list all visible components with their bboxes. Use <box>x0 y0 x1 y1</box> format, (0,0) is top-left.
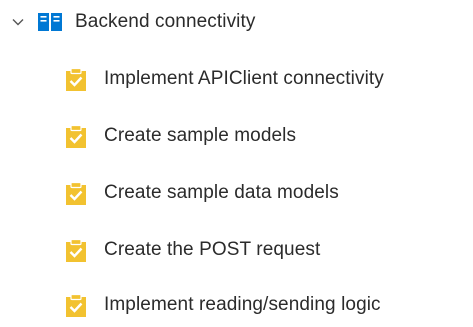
tree-item-backend-connectivity[interactable]: Backend connectivity <box>0 0 473 44</box>
tree-item-task[interactable]: Implement APIClient connectivity <box>0 57 473 101</box>
work-item-tree: Backend connectivity Implement APIClient… <box>0 0 473 327</box>
chevron-down-icon[interactable] <box>11 15 25 29</box>
task-clipboard-icon <box>66 239 86 262</box>
tree-item-task[interactable]: Create the POST request <box>0 228 473 272</box>
tree-item-task[interactable]: Create sample data models <box>0 171 473 215</box>
task-clipboard-icon <box>66 125 86 148</box>
task-clipboard-icon <box>66 294 86 317</box>
task-clipboard-icon <box>66 182 86 205</box>
tree-item-task[interactable]: Create sample models <box>0 114 473 158</box>
tree-item-label: Create sample models <box>104 125 297 146</box>
tree-item-label: Implement APIClient connectivity <box>104 68 384 89</box>
tree-item-label: Create sample data models <box>104 182 339 203</box>
tree-item-label: Create the POST request <box>104 239 321 260</box>
tree-item-label: Backend connectivity <box>75 11 256 32</box>
epic-book-icon <box>38 13 62 31</box>
tree-item-label: Implement reading/sending logic <box>104 294 381 315</box>
task-clipboard-icon <box>66 68 86 91</box>
tree-item-task[interactable]: Implement reading/sending logic <box>0 283 473 327</box>
